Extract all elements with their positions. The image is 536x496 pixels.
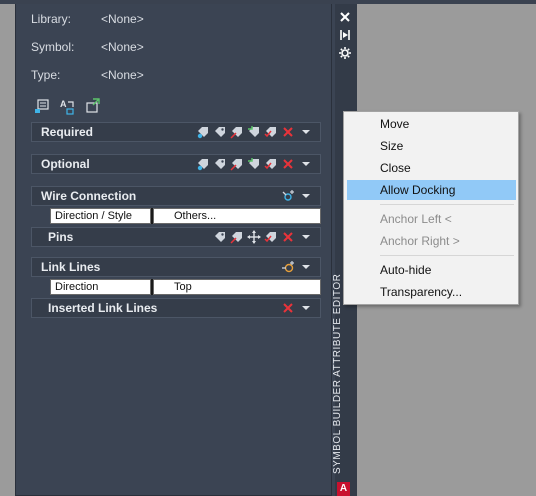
type-value: <None> [101, 68, 144, 82]
delete-icon[interactable] [281, 157, 295, 171]
menu-item-close[interactable]: Close [347, 158, 516, 178]
add-link-line-icon[interactable] [281, 260, 295, 274]
inserted-link-lines-section-header[interactable]: Inserted Link Lines [31, 298, 321, 318]
link-lines-title: Link Lines [41, 260, 101, 274]
library-label: Library: [31, 12, 72, 26]
palette-context-menu: Move Size Close Allow Docking Anchor Lef… [343, 111, 519, 305]
menu-item-auto-hide[interactable]: Auto-hide [347, 260, 516, 280]
tag-icon[interactable] [213, 230, 227, 244]
required-section-header[interactable]: Required [31, 122, 321, 142]
wire-connection-actions [281, 189, 320, 203]
delete-icon[interactable] [281, 230, 295, 244]
library-value: <None> [101, 12, 144, 26]
menu-item-allow-docking[interactable]: Allow Docking [347, 180, 516, 200]
menu-separator [380, 255, 514, 256]
move-icon[interactable] [247, 230, 261, 244]
edit-tag-icon[interactable] [230, 125, 244, 139]
auto-hide-icon[interactable] [338, 28, 352, 42]
check-tag-icon[interactable] [264, 125, 278, 139]
pins-section-header[interactable]: Pins [31, 227, 321, 247]
optional-section-header[interactable]: Optional [31, 154, 321, 174]
wire-connection-row: Direction / Style Others... [31, 208, 321, 224]
top-cell[interactable]: Top [153, 279, 321, 295]
inserted-link-lines-title: Inserted Link Lines [48, 301, 158, 315]
chevron-down-icon[interactable] [298, 189, 314, 203]
close-icon[interactable] [338, 10, 352, 24]
link-lines-row: Direction Top [31, 279, 321, 295]
required-actions [196, 125, 320, 139]
add-tag-icon[interactable] [196, 157, 210, 171]
required-title: Required [41, 125, 94, 139]
chevron-down-icon[interactable] [298, 260, 314, 274]
chevron-down-icon[interactable] [298, 230, 314, 244]
check-tag-icon[interactable] [264, 157, 278, 171]
insert-attribute-icon[interactable] [34, 98, 51, 115]
move-tag-icon[interactable] [247, 125, 261, 139]
type-label: Type: [31, 68, 61, 82]
row-gutter [31, 208, 50, 224]
wire-connection-section-header[interactable]: Wire Connection [31, 186, 321, 206]
add-wire-connection-icon[interactable] [281, 189, 295, 203]
convert-text-icon[interactable]: A [59, 98, 76, 115]
tag-icon[interactable] [213, 157, 227, 171]
others-cell[interactable]: Others... [153, 208, 321, 224]
palette-toolbar: A [34, 98, 101, 115]
properties-icon[interactable] [338, 46, 352, 60]
row-gutter [31, 279, 50, 295]
check-tag-icon[interactable] [264, 230, 278, 244]
add-tag-icon[interactable] [196, 125, 210, 139]
link-lines-actions [281, 260, 320, 274]
menu-item-move[interactable]: Move [347, 114, 516, 134]
direction-cell[interactable]: Direction [50, 279, 151, 295]
menu-item-anchor-left: Anchor Left < [380, 212, 452, 226]
symbol-label: Symbol: [31, 40, 75, 54]
symbol-builder-attribute-editor-palette: Library: <None> Symbol: <None> Type: <No… [15, 4, 357, 496]
menu-separator [380, 204, 514, 205]
delete-icon[interactable] [281, 301, 295, 315]
edit-tag-icon[interactable] [230, 230, 244, 244]
pins-actions [213, 230, 320, 244]
palette-title: SYMBOL BUILDER ATTRIBUTE EDITOR [332, 273, 343, 474]
palette-content: Library: <None> Symbol: <None> Type: <No… [15, 4, 332, 496]
menu-item-transparency[interactable]: Transparency... [347, 282, 516, 302]
move-tag-icon[interactable] [247, 157, 261, 171]
pins-title: Pins [48, 230, 74, 244]
edit-tag-icon[interactable] [230, 157, 244, 171]
delete-icon[interactable] [281, 125, 295, 139]
insert-block-icon[interactable] [84, 98, 101, 115]
wire-connection-title: Wire Connection [41, 189, 137, 203]
link-lines-section-header[interactable]: Link Lines [31, 257, 321, 277]
chevron-down-icon[interactable] [298, 157, 314, 171]
chevron-down-icon[interactable] [298, 301, 314, 315]
optional-actions [196, 157, 320, 171]
menu-item-size[interactable]: Size [347, 136, 516, 156]
autodesk-logo: A [337, 482, 350, 496]
inserted-link-lines-actions [281, 301, 320, 315]
chevron-down-icon[interactable] [298, 125, 314, 139]
menu-item-anchor-right: Anchor Right > [380, 234, 460, 248]
tag-icon[interactable] [213, 125, 227, 139]
symbol-value: <None> [101, 40, 144, 54]
direction-style-cell[interactable]: Direction / Style [50, 208, 151, 224]
svg-text:A: A [60, 99, 67, 109]
optional-title: Optional [41, 157, 90, 171]
